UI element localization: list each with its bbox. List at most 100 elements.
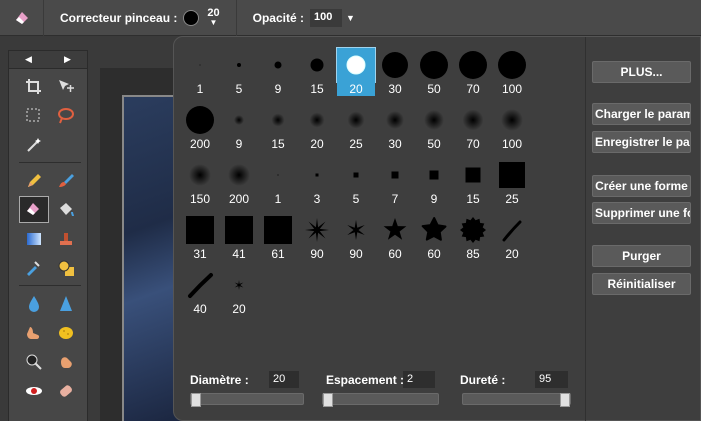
pencil-icon[interactable]	[19, 167, 49, 194]
brush-preset[interactable]: 150	[181, 158, 219, 208]
brush-preset[interactable]: 20	[298, 103, 336, 153]
hardness-slider[interactable]	[462, 393, 571, 407]
brush-preset[interactable]: 200	[220, 158, 258, 208]
brush-preset[interactable]: 50	[415, 48, 453, 98]
brush-preset[interactable]: 41	[220, 213, 258, 263]
eraser-icon[interactable]	[19, 196, 49, 223]
brush-panel: 1 5 9 15 20 30 50 70 100 200 9 15 20 25 30 50 70 100 150 20…	[173, 36, 701, 421]
sharpen-icon[interactable]	[51, 290, 81, 317]
brush-preview	[181, 158, 219, 192]
create-shape-button[interactable]: Créer une forme	[592, 175, 691, 197]
brush-preset[interactable]: 20	[336, 47, 376, 98]
brush-preview	[454, 158, 492, 192]
move-icon[interactable]	[51, 73, 81, 100]
brush-size-label: 50	[427, 82, 441, 96]
brush-preset[interactable]: 31	[181, 213, 219, 263]
hardness-input[interactable]: 95	[535, 371, 568, 388]
brush-preview	[298, 158, 336, 192]
replace-color-icon[interactable]	[19, 254, 49, 281]
spot-heal-icon[interactable]	[51, 377, 81, 404]
brush-preset[interactable]: 15	[259, 103, 297, 153]
brush-preview	[336, 47, 376, 83]
brush-preset[interactable]: 90	[298, 213, 336, 263]
brush-preset[interactable]: 30	[376, 48, 414, 98]
brush-preview	[259, 48, 297, 82]
spacing-input[interactable]: 2	[403, 371, 435, 388]
dodge-icon[interactable]	[19, 348, 49, 375]
brush-size-label: 60	[427, 247, 441, 261]
spacing-slider[interactable]	[322, 393, 439, 407]
purge-button[interactable]: Purger	[592, 245, 691, 267]
brush-preset[interactable]: 9	[415, 158, 453, 208]
brush-preset[interactable]: 20	[493, 213, 531, 263]
brush-preset[interactable]: 200	[181, 103, 219, 153]
hardness-slider-thumb[interactable]	[560, 393, 570, 407]
divider	[235, 0, 237, 36]
brush-preset[interactable]: 50	[415, 103, 453, 153]
brush-preset[interactable]: 100	[493, 103, 531, 153]
brush-preset[interactable]: 70	[454, 48, 492, 98]
brush-preset[interactable]: 30	[376, 103, 414, 153]
brush-preset[interactable]: 5	[220, 48, 258, 98]
shapes-icon[interactable]	[51, 254, 81, 281]
brush-preset[interactable]: 85	[454, 213, 492, 263]
more-button[interactable]: PLUS...	[592, 61, 691, 83]
brush-preset[interactable]: 60	[415, 213, 453, 263]
bucket-icon[interactable]	[51, 196, 81, 223]
brush-preset[interactable]: 40	[181, 268, 219, 318]
brush-size-label: 20	[232, 302, 246, 316]
brush-preset[interactable]: 9	[220, 103, 258, 153]
brush-preview[interactable]	[183, 9, 200, 26]
brush-preset[interactable]: 1	[181, 48, 219, 98]
sponge-icon[interactable]	[51, 319, 81, 346]
brush-preview	[376, 213, 414, 247]
brush-preset[interactable]: 15	[298, 48, 336, 98]
reset-button[interactable]: Réinitialiser	[592, 273, 691, 295]
brush-size-label: 5	[352, 192, 360, 206]
brush-size-dropdown[interactable]: 20 ▼	[207, 7, 219, 28]
brush-size-label: 70	[466, 82, 480, 96]
brush-preset[interactable]: 1	[259, 158, 297, 208]
spacing-slider-thumb[interactable]	[323, 393, 333, 407]
stamp-icon[interactable]	[51, 225, 81, 252]
rect-select-icon[interactable]	[19, 102, 49, 129]
brush-preset[interactable]: 25	[337, 103, 375, 153]
diameter-slider-thumb[interactable]	[191, 393, 201, 407]
burn-icon[interactable]	[51, 348, 81, 375]
opacity-input[interactable]: 100	[309, 8, 342, 27]
brush-preset[interactable]: 25	[493, 158, 531, 208]
brush-preset[interactable]: 3	[298, 158, 336, 208]
brush-preset[interactable]: 7	[376, 158, 414, 208]
delete-shape-button[interactable]: Supprimer une for	[592, 202, 691, 224]
brush-preset[interactable]: 70	[454, 103, 492, 153]
blur-icon[interactable]	[19, 290, 49, 317]
red-eye-icon[interactable]	[19, 377, 49, 404]
brush-preset[interactable]: 61	[259, 213, 297, 263]
arrow-right-icon[interactable]: ▶	[64, 54, 71, 65]
brush-preset[interactable]: 90	[337, 213, 375, 263]
brush-preset[interactable]: 20	[220, 268, 258, 318]
diameter-input[interactable]: 20	[269, 371, 299, 388]
chevron-down-icon[interactable]: ▼	[346, 13, 355, 23]
diameter-slider[interactable]	[190, 393, 304, 407]
brush-size-label: 200	[189, 137, 211, 151]
brush-preview	[415, 103, 453, 137]
brush-preset[interactable]: 9	[259, 48, 297, 98]
brush-preset[interactable]: 100	[493, 48, 531, 98]
eraser-icon[interactable]	[0, 0, 44, 36]
crop-icon[interactable]	[19, 73, 49, 100]
load-preset-button[interactable]: Charger le parame	[592, 103, 691, 125]
brush-preset[interactable]: 15	[454, 158, 492, 208]
brush-preset[interactable]: 5	[337, 158, 375, 208]
brush-icon[interactable]	[51, 167, 81, 194]
magic-wand-icon[interactable]	[19, 131, 49, 158]
gradient-icon[interactable]	[19, 225, 49, 252]
brush-preview	[415, 158, 453, 192]
brush-preview	[493, 48, 531, 82]
arrow-left-icon[interactable]: ◀	[25, 54, 32, 65]
brush-preset[interactable]: 60	[376, 213, 414, 263]
brush-size-label: 150	[189, 192, 211, 206]
save-preset-button[interactable]: Enregistrer le para	[592, 131, 691, 153]
lasso-icon[interactable]	[51, 102, 81, 129]
smudge-icon[interactable]	[19, 319, 49, 346]
